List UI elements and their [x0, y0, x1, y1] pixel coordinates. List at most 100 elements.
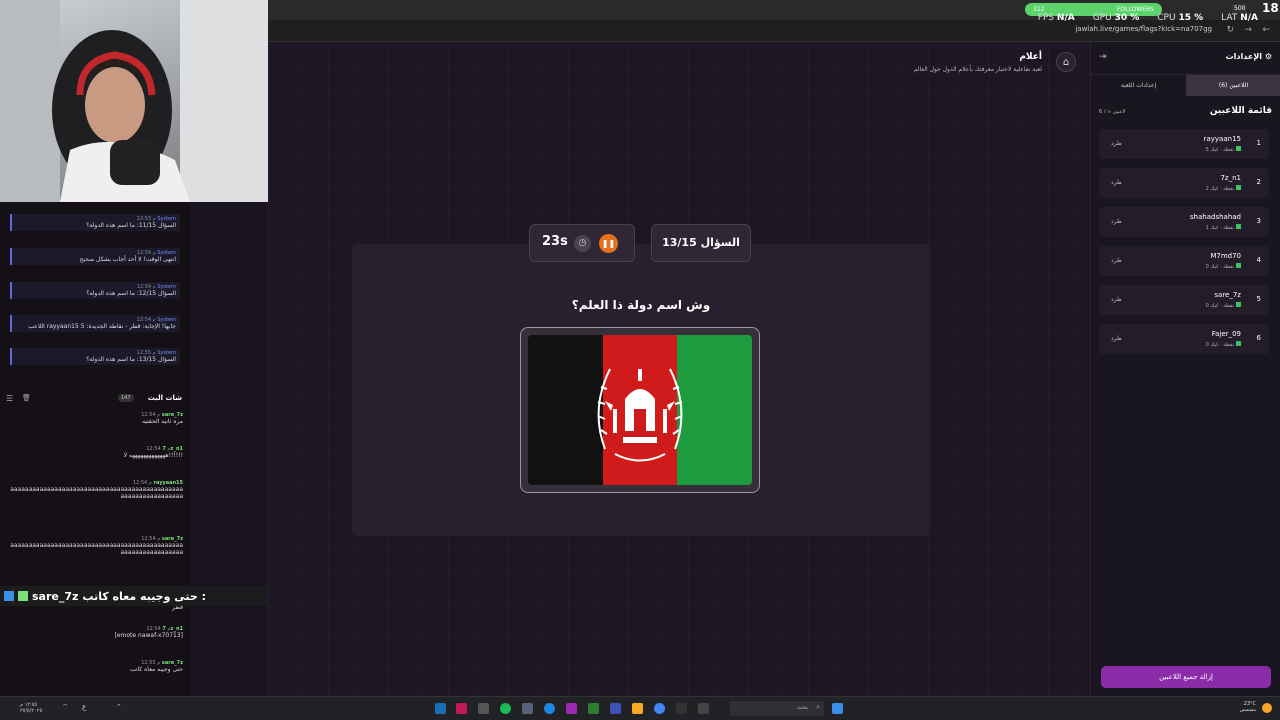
kick-logo-icon — [1236, 224, 1241, 229]
language-icon[interactable]: ع — [82, 703, 86, 711]
network-icon[interactable]: ⌔ — [62, 703, 69, 712]
chat-header: ☰ 🗑 شات البث 147 — [0, 392, 190, 406]
followers-current: 312 — [1033, 6, 1045, 13]
game-title: أعلام — [1019, 52, 1042, 62]
chat-message: 12:54 م sare_7z aaaaaaaaaaaaaaaaaaaaaaaa… — [10, 536, 183, 556]
player-name: sare_7z — [1214, 291, 1241, 299]
gear-icon: ⚙ — [1264, 52, 1272, 61]
timer-box: 23s ◷ ❚❚ — [529, 224, 635, 262]
question-counter: السؤال 13/15 — [651, 224, 751, 262]
chat-message: 12:54 م rayyaan15 aaaaaaaaaaaaaaaaaaaaaa… — [10, 480, 183, 500]
webcam-feed — [0, 0, 268, 202]
chat-message: 12:54 م 7z_n1 هههههههههههههه لا!!!!!! — [123, 446, 183, 459]
chat-message: 12:55 م sare_7z حتى وجيبه معاه كاتب — [129, 660, 183, 673]
player-score: 1 نقطة · كيك — [1206, 224, 1241, 231]
trash-icon[interactable]: 🗑 — [22, 394, 31, 402]
xbox-icon[interactable] — [588, 703, 599, 714]
player-rank: 5 — [1256, 295, 1261, 303]
panel-tabs: إعدادات اللعبة اللاعبين (6) — [1091, 74, 1280, 96]
highlight-text: حتى وجيبه معاه كاتب : — [82, 589, 207, 603]
app-icon[interactable] — [698, 703, 709, 714]
taskbar-clock[interactable]: ١٢:٥٥ م ٢٧/٥/٢٠٢٥ — [20, 702, 42, 714]
kick-logo-icon — [1236, 263, 1241, 268]
flag-image — [528, 335, 752, 485]
player-rank: 2 — [1256, 178, 1261, 186]
chat-message: 12:54 م 7z_n1 [emote nawaf-x70713] — [114, 626, 184, 639]
app-icon[interactable] — [566, 703, 577, 714]
system-message: 12:54 م System اللاعب rayyaan15 جابها! ا… — [10, 315, 180, 332]
epic-games-icon[interactable] — [676, 703, 687, 714]
tray-chevron-icon[interactable]: ⌃ — [116, 703, 122, 711]
kick-button[interactable]: طرد — [1111, 179, 1122, 186]
player-card: 4 M7md70 0 نقطة · كيك طرد — [1099, 246, 1269, 276]
followers-badge: 18 — [1262, 1, 1279, 15]
player-score: 0 نقطة · كيك — [1206, 341, 1241, 348]
discord-icon[interactable] — [522, 703, 533, 714]
player-rank: 3 — [1256, 217, 1261, 225]
tab-game-settings[interactable]: إعدادات اللعبة — [1091, 75, 1186, 96]
player-rank: 6 — [1256, 334, 1261, 342]
app-icon[interactable] — [456, 703, 467, 714]
stat-lat: LAT N/A — [1221, 13, 1258, 23]
player-card: 3 shahadshahad 1 نقطة · كيك طرد — [1099, 207, 1269, 237]
player-score: 0 نقطة · كيك — [1206, 302, 1241, 309]
flag-frame — [520, 327, 760, 493]
chrome-icon[interactable] — [654, 703, 665, 714]
search-icon: ⌕ — [816, 703, 820, 711]
stat-gpu: GPU 30 % — [1092, 13, 1140, 23]
player-rank: 1 — [1256, 139, 1261, 147]
player-name: 7z_n1 — [1220, 174, 1241, 182]
app-icon[interactable] — [478, 703, 489, 714]
tab-players[interactable]: اللاعبين (6) — [1186, 75, 1280, 96]
taskbar-search[interactable]: بحث ⌕ — [730, 701, 824, 716]
forward-icon[interactable]: → — [1244, 25, 1252, 35]
app-icon[interactable] — [610, 703, 621, 714]
browser-url-bar[interactable]: ← → ↻ jawlah.live/games/flags?kick=na707… — [268, 20, 1280, 42]
followers-goal: 500 — [1232, 4, 1248, 13]
player-score: 5 نقطة · كيك — [1206, 146, 1241, 153]
url-text[interactable]: jawlah.live/games/flags?kick=na707gg — [1075, 25, 1212, 33]
game-stage: ⌂ أعلام لعبة تفاعلية لاختبار معرفتك بأعل… — [268, 42, 1090, 696]
kick-button[interactable]: طرد — [1111, 140, 1122, 147]
player-rank: 4 — [1256, 256, 1261, 264]
taskbar: ١٢:٥٥ م ٢٧/٥/٢٠٢٥ ⌔ ع ⌃ بحث ⌕ 23°C مشمس — [0, 696, 1280, 720]
remove-all-players-button[interactable]: إزالة جميع اللاعبين — [1101, 666, 1271, 688]
players-title: قائمة اللاعبين — [1209, 106, 1272, 116]
chat-title: شات البث — [147, 394, 182, 402]
windows-start-icon[interactable] — [832, 703, 843, 714]
kick-logo-icon — [1236, 185, 1241, 190]
kick-button[interactable]: طرد — [1111, 218, 1122, 225]
system-message: 12:53 م System السؤال 11/15: ما اسم هذه … — [10, 214, 180, 231]
back-icon[interactable]: ← — [1262, 25, 1270, 35]
stat-cpu: CPU 15 % — [1157, 13, 1204, 23]
webcam-figure — [0, 0, 268, 202]
player-name: rayyaan15 — [1203, 135, 1241, 143]
home-button[interactable]: ⌂ — [1056, 52, 1076, 72]
kick-logo-icon — [1236, 302, 1241, 307]
pause-button[interactable]: ❚❚ — [599, 234, 618, 253]
player-score: 2 نقطة · كيك — [1206, 185, 1241, 192]
kick-button[interactable]: طرد — [1111, 296, 1122, 303]
chat-count: 147 — [118, 394, 134, 402]
edge-icon[interactable] — [544, 703, 555, 714]
steam-icon[interactable] — [435, 703, 446, 714]
reload-icon[interactable]: ↻ — [1226, 25, 1234, 35]
spotify-icon[interactable] — [500, 703, 511, 714]
player-card: 6 Fajer_09 0 نقطة · كيك طرد — [1099, 324, 1269, 354]
collapse-panel-icon[interactable]: ⇥ — [1099, 52, 1107, 62]
perf-stats: FPS N/A GPU 30 % CPU 15 % LAT N/A — [1038, 13, 1258, 23]
weather-widget[interactable]: 23°C مشمس — [1240, 701, 1256, 713]
question-text: وش اسم دولة ذا العلم؟ — [571, 298, 711, 312]
menu-icon[interactable]: ☰ — [6, 394, 13, 403]
kick-button[interactable]: طرد — [1111, 257, 1122, 264]
system-message: 12:54 م System انتهى الوقت! لا أحد أجاب … — [10, 248, 180, 265]
badge-icon — [4, 591, 14, 601]
player-name: M7md70 — [1210, 252, 1241, 260]
sun-icon — [1262, 703, 1272, 713]
player-card: 2 7z_n1 2 نقطة · كيك طرد — [1099, 168, 1269, 198]
system-message: 12:54 م System السؤال 12/15: ما اسم هذه … — [10, 282, 180, 299]
kick-logo-icon — [1236, 341, 1241, 346]
file-explorer-icon[interactable] — [632, 703, 643, 714]
badge-icon — [18, 591, 28, 601]
kick-button[interactable]: طرد — [1111, 335, 1122, 342]
